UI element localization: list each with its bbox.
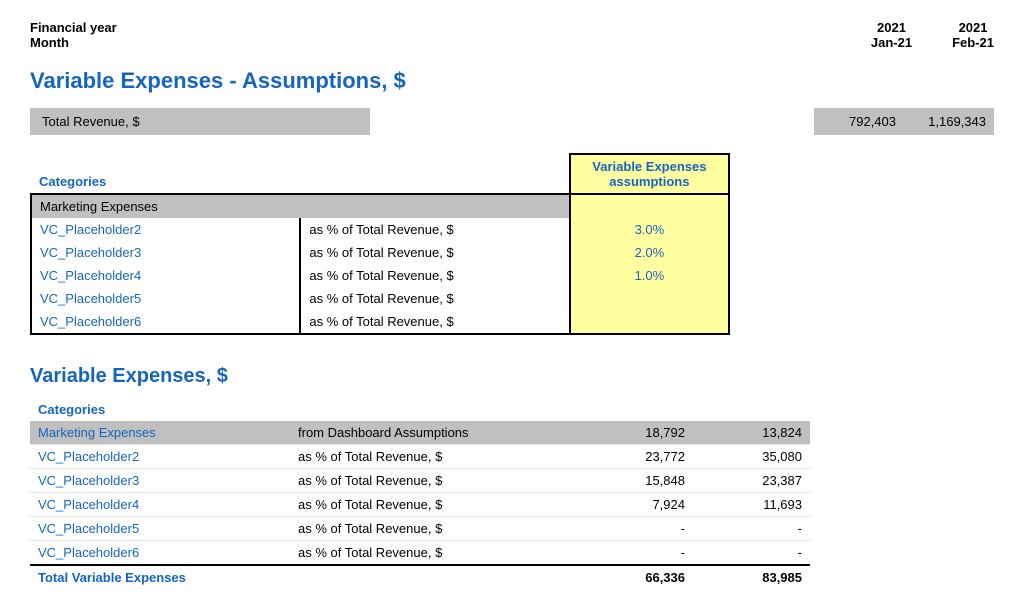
exp-val1: 18,792 (576, 421, 693, 445)
placeholder-val (570, 287, 729, 310)
marketing-expenses-label: Marketing Expenses (31, 194, 570, 218)
col1-fy: 2021 (871, 20, 912, 35)
assumptions-table: Categories Variable Expenses assumptions… (30, 153, 730, 335)
placeholder-desc: as % of Total Revenue, $ (300, 310, 569, 334)
col2-month: Feb-21 (952, 35, 994, 50)
exp-desc: as % of Total Revenue, $ (290, 445, 576, 469)
exp-val1-header (576, 398, 693, 421)
exp-val2: 35,080 (693, 445, 810, 469)
section2-title: Variable Expenses, $ (30, 365, 994, 388)
exp-cat: VC_Placeholder4 (30, 493, 290, 517)
placeholder-cat: VC_Placeholder6 (31, 310, 300, 334)
exp-val2: - (693, 541, 810, 566)
total-val2: 83,985 (693, 565, 810, 589)
exp-val2-header (693, 398, 810, 421)
exp-val1: - (576, 517, 693, 541)
exp-cat: VC_Placeholder6 (30, 541, 290, 566)
exp-val1: 23,772 (576, 445, 693, 469)
placeholder-val (570, 310, 729, 334)
exp-cat: VC_Placeholder5 (30, 517, 290, 541)
placeholder-cat: VC_Placeholder4 (31, 264, 300, 287)
placeholder-val: 1.0% (570, 264, 729, 287)
header-columns: 2021 Jan-21 2021 Feb-21 (871, 20, 994, 50)
exp-val1: - (576, 541, 693, 566)
placeholder-desc: as % of Total Revenue, $ (300, 264, 569, 287)
page-header: Financial year Month 2021 Jan-21 2021 Fe… (30, 20, 994, 50)
placeholder-cat: VC_Placeholder2 (31, 218, 300, 241)
exp-cat: Marketing Expenses (30, 421, 290, 445)
exp-desc: as % of Total Revenue, $ (290, 469, 576, 493)
exp-val2: 13,824 (693, 421, 810, 445)
expenses-row: VC_Placeholder3 as % of Total Revenue, $… (30, 469, 810, 493)
expenses-row: Marketing Expenses from Dashboard Assump… (30, 421, 810, 445)
categories-header: Categories (31, 154, 300, 194)
exp-desc: as % of Total Revenue, $ (290, 493, 576, 517)
col2-fy: 2021 (952, 20, 994, 35)
var-exp-header: Variable Expenses assumptions (570, 154, 729, 194)
col1-month: Jan-21 (871, 35, 912, 50)
header-labels: Financial year Month (30, 20, 117, 50)
assumptions-row: VC_Placeholder4 as % of Total Revenue, $… (31, 264, 729, 287)
revenue-val1: 792,403 (814, 108, 904, 135)
exp-desc: from Dashboard Assumptions (290, 421, 576, 445)
placeholder-val: 3.0% (570, 218, 729, 241)
expenses-row: VC_Placeholder2 as % of Total Revenue, $… (30, 445, 810, 469)
placeholder-desc: as % of Total Revenue, $ (300, 218, 569, 241)
exp-val2: - (693, 517, 810, 541)
placeholder-desc: as % of Total Revenue, $ (300, 241, 569, 264)
exp-desc: as % of Total Revenue, $ (290, 517, 576, 541)
expenses-row: VC_Placeholder6 as % of Total Revenue, $… (30, 541, 810, 566)
assumption-val-header (570, 194, 729, 218)
col2-header: 2021 Feb-21 (952, 20, 994, 50)
expenses-header-row: Categories (30, 398, 810, 421)
total-label: Total Variable Expenses (30, 565, 576, 589)
exp-val2: 23,387 (693, 469, 810, 493)
revenue-values: 792,403 1,169,343 (814, 108, 994, 135)
placeholder-cat: VC_Placeholder3 (31, 241, 300, 264)
exp-cat: VC_Placeholder3 (30, 469, 290, 493)
exp-cat: VC_Placeholder2 (30, 445, 290, 469)
expenses-table: Categories Marketing Expenses from Dashb… (30, 398, 810, 589)
assumptions-row: VC_Placeholder2 as % of Total Revenue, $… (31, 218, 729, 241)
assumptions-row: VC_Placeholder5 as % of Total Revenue, $ (31, 287, 729, 310)
exp-desc: as % of Total Revenue, $ (290, 541, 576, 566)
exp-val1: 7,924 (576, 493, 693, 517)
expenses-total-row: Total Variable Expenses 66,336 83,985 (30, 565, 810, 589)
revenue-label: Total Revenue, $ (30, 108, 370, 135)
expenses-row: VC_Placeholder4 as % of Total Revenue, $… (30, 493, 810, 517)
fy-label: Financial year (30, 20, 117, 35)
placeholder-val: 2.0% (570, 241, 729, 264)
exp-val1: 15,848 (576, 469, 693, 493)
exp-desc-header (290, 398, 576, 421)
assumptions-row: VC_Placeholder3 as % of Total Revenue, $… (31, 241, 729, 264)
revenue-val2: 1,169,343 (904, 108, 994, 135)
col1-header: 2021 Jan-21 (871, 20, 912, 50)
total-val1: 66,336 (576, 565, 693, 589)
revenue-row: Total Revenue, $ 792,403 1,169,343 (30, 108, 994, 135)
assumptions-desc-header (300, 154, 569, 194)
placeholder-desc: as % of Total Revenue, $ (300, 287, 569, 310)
assumptions-header-row: Categories Variable Expenses assumptions (31, 154, 729, 194)
section1-title: Variable Expenses - Assumptions, $ (30, 68, 994, 94)
expenses-row: VC_Placeholder5 as % of Total Revenue, $… (30, 517, 810, 541)
month-label: Month (30, 35, 117, 50)
assumptions-row: VC_Placeholder6 as % of Total Revenue, $ (31, 310, 729, 334)
assumptions-marketing-header: Marketing Expenses (31, 194, 729, 218)
exp-categories-header: Categories (30, 398, 290, 421)
exp-val2: 11,693 (693, 493, 810, 517)
placeholder-cat: VC_Placeholder5 (31, 287, 300, 310)
